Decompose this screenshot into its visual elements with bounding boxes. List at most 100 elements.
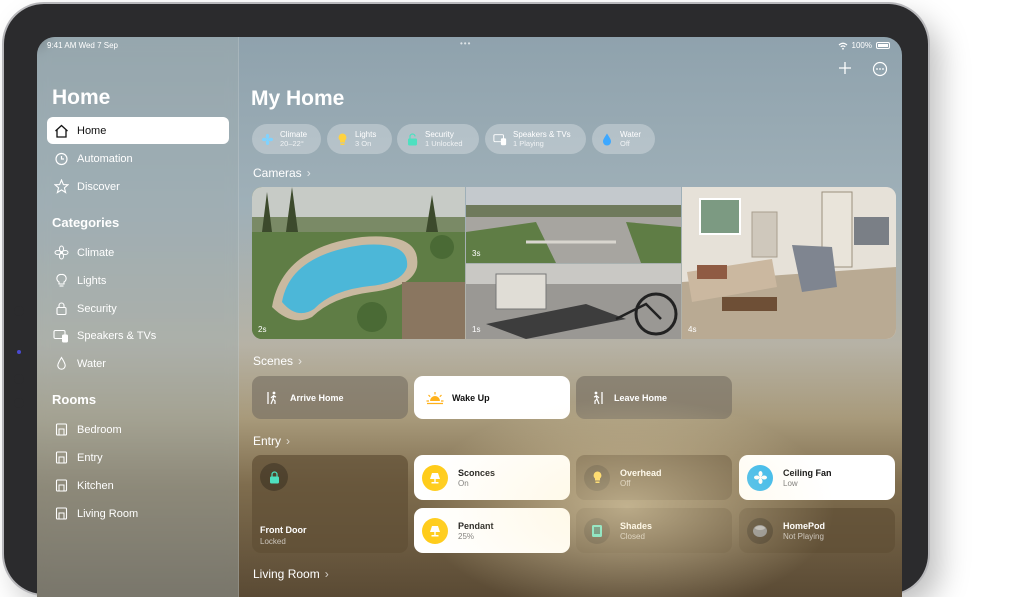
summary-pill-security[interactable]: Security 1 Unlocked: [397, 124, 479, 154]
scenes-heading: Scenes: [253, 354, 294, 368]
sidebar-item-discover[interactable]: Discover: [47, 173, 229, 200]
accessory-status: Not Playing: [783, 531, 824, 541]
cameras-header[interactable]: Cameras ›: [253, 166, 311, 180]
camera-feed-garage: [466, 264, 681, 339]
chevron-right-icon: ›: [298, 354, 303, 368]
sidebar-item-speakers-tvs[interactable]: Speakers & TVs: [47, 322, 229, 349]
summary-pill-speakers-tvs[interactable]: Speakers & TVs 1 Playing: [485, 124, 586, 154]
sidebar-item-automation[interactable]: Automation: [47, 145, 229, 172]
page-title: My Home: [251, 87, 345, 110]
star-icon: [53, 179, 69, 195]
wifi-icon: [838, 42, 847, 50]
camera-feed-pool: [252, 187, 465, 339]
accessory-pendant[interactable]: Pendant 25%: [414, 508, 570, 553]
pill-title: Speakers & TVs: [513, 130, 571, 139]
status-right: 100%: [838, 41, 890, 50]
sidebar-item-entry[interactable]: Entry: [47, 444, 229, 471]
camera-grid: 2s 3s 1s 4s: [252, 187, 896, 339]
sidebar-item-label: Kitchen: [77, 479, 114, 492]
accessory-front-door[interactable]: Front Door Locked: [252, 455, 408, 553]
categories-heading: Categories: [52, 215, 120, 230]
pill-subtitle: 1 Playing: [513, 139, 544, 148]
sidebar-item-label: Entry: [77, 451, 103, 464]
living-room-header[interactable]: Living Room ›: [253, 567, 329, 581]
camera-tile-driveway[interactable]: 3s: [466, 187, 681, 263]
scene-label: Wake Up: [452, 392, 490, 403]
summary-pill-lights[interactable]: Lights 3 On: [327, 124, 392, 154]
pill-title: Security: [425, 130, 454, 139]
camera-feed-living-room: [682, 187, 896, 339]
sidebar-item-water[interactable]: Water: [47, 350, 229, 377]
camera-tile-pool[interactable]: 2s: [252, 187, 465, 339]
add-icon[interactable]: [838, 61, 852, 75]
camera-timestamp: 2s: [258, 325, 267, 334]
pill-subtitle: 20–22°: [280, 139, 304, 148]
chevron-right-icon: ›: [286, 434, 291, 448]
sidebar-item-label: Water: [77, 357, 106, 370]
accessory-status: On: [458, 478, 469, 488]
homepod-icon: [747, 517, 773, 544]
ipad-frame: 9:41 AM Wed 7 Sep ••• 100% Home Home Aut…: [4, 4, 928, 597]
accessory-name: Overhead: [620, 467, 662, 478]
scene-arrive-home[interactable]: Arrive Home: [252, 376, 408, 419]
summary-pill-climate[interactable]: Climate 20–22°: [252, 124, 321, 154]
scenes-header[interactable]: Scenes ›: [253, 354, 302, 368]
sidebar-item-bedroom[interactable]: Bedroom: [47, 416, 229, 443]
sidebar-item-label: Automation: [77, 152, 133, 165]
more-icon[interactable]: [872, 61, 888, 77]
accessory-name: Sconces: [458, 467, 496, 478]
sidebar-item-lights[interactable]: Lights: [47, 267, 229, 294]
lock-icon: [405, 132, 419, 146]
pill-subtitle: 1 Unlocked: [425, 139, 463, 148]
scene-label: Leave Home: [614, 392, 668, 403]
entry-header[interactable]: Entry ›: [253, 434, 290, 448]
lock-icon: [53, 301, 69, 317]
accessory-status: Low: [783, 478, 798, 488]
accessory-shades[interactable]: Shades Closed: [576, 508, 732, 553]
sidebar-item-security[interactable]: Security: [47, 295, 229, 322]
chevron-right-icon: ›: [306, 166, 311, 180]
scene-leave-home[interactable]: Leave Home: [576, 376, 732, 419]
camera-tile-living-room[interactable]: 4s: [682, 187, 896, 339]
battery-icon: [876, 42, 890, 49]
status-bar: 9:41 AM Wed 7 Sep ••• 100%: [37, 37, 902, 53]
accessory-overhead[interactable]: Overhead Off: [576, 455, 732, 500]
sidebar-item-home[interactable]: Home: [47, 117, 229, 144]
pill-title: Climate: [280, 130, 308, 139]
lightbulb-icon: [584, 464, 610, 491]
sidebar-item-label: Discover: [77, 180, 120, 193]
accessory-status: Closed: [620, 531, 645, 541]
hardware-button: [14, 306, 24, 316]
accessory-sconces[interactable]: Sconces On: [414, 455, 570, 500]
accessory-name: Pendant: [458, 520, 494, 531]
walk-out-icon: [588, 389, 606, 407]
scene-wake-up[interactable]: Wake Up: [414, 376, 570, 419]
lightbulb-icon: [335, 132, 349, 146]
sidebar-item-label: Lights: [77, 274, 107, 287]
sidebar-item-kitchen[interactable]: Kitchen: [47, 472, 229, 499]
camera-tile-garage[interactable]: 1s: [466, 264, 681, 339]
multitasking-dots[interactable]: •••: [460, 39, 471, 48]
sidebar-item-label: Climate: [77, 246, 115, 259]
camera-timestamp: 1s: [472, 325, 481, 334]
pill-subtitle: Off: [620, 139, 630, 148]
sidebar-item-living-room[interactable]: Living Room: [47, 500, 229, 527]
clock-icon: [53, 151, 69, 167]
camera-timestamp: 4s: [688, 325, 697, 334]
fan-icon: [747, 464, 773, 491]
lamp-icon: [422, 464, 448, 491]
sidebar-item-climate[interactable]: Climate: [47, 239, 229, 266]
accessory-homepod[interactable]: HomePod Not Playing: [739, 508, 895, 553]
camera-timestamp: 3s: [472, 249, 481, 258]
lock-icon: [260, 463, 288, 491]
sidebar-item-label: Home: [77, 124, 107, 137]
toolbar: [838, 61, 888, 77]
accessory-name: Shades: [620, 520, 653, 531]
cameras-heading: Cameras: [253, 166, 302, 180]
sidebar-item-label: Speakers & TVs: [77, 329, 157, 342]
tv-icon: [493, 132, 507, 146]
status-time: 9:41 AM Wed 7 Sep: [47, 41, 119, 50]
fan-icon: [260, 132, 274, 146]
accessory-ceiling-fan[interactable]: Ceiling Fan Low: [739, 455, 895, 500]
summary-pill-water[interactable]: Water Off: [592, 124, 655, 154]
